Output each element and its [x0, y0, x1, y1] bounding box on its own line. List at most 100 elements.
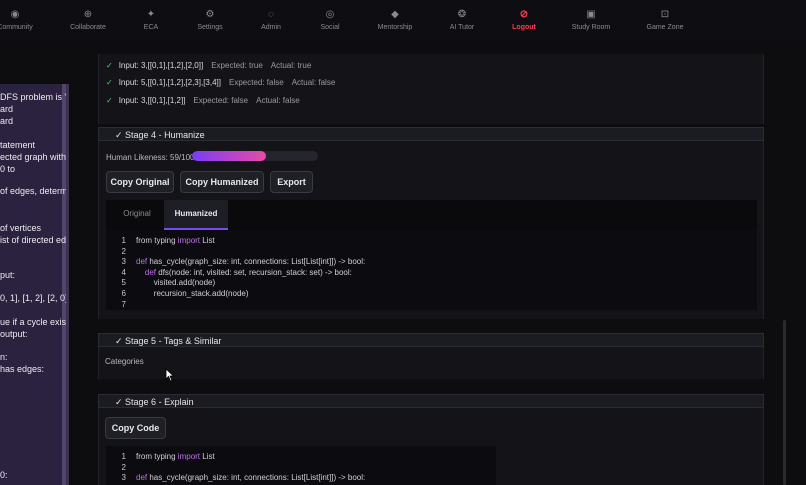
problem-text-line: put: [0, 270, 16, 280]
human-likeness-bar [192, 151, 318, 161]
check-icon: ✓ [106, 61, 113, 70]
copy-original-button[interactable]: Copy Original [106, 171, 174, 193]
line-number: 1 [121, 236, 126, 245]
logout-icon: ⊘ [519, 9, 529, 20]
code-text: has_cycle(graph_size: int, connections: … [147, 257, 366, 267]
problem-text-line: ard [0, 104, 14, 114]
problem-description-panel[interactable]: DFS problem is "D ard ard tatement ected gra… [0, 84, 69, 485]
problem-text-line: ue if a cycle exist [0, 317, 69, 327]
problem-text-line: ected graph with [0, 152, 67, 162]
nav-collaborate[interactable]: ⊕ Collaborate [58, 9, 118, 31]
explain-code-block[interactable]: 1 from typing import List 2 3 def has_cycle(… [106, 446, 496, 485]
code-text: List [200, 236, 215, 245]
study-room-icon: ▣ [586, 9, 596, 20]
problem-text-line: ard [0, 116, 14, 126]
line-number: 3 [121, 473, 126, 483]
code-text: from typing [136, 236, 178, 245]
line-number: 3 [121, 257, 126, 267]
settings-icon: ⚙ [205, 9, 215, 20]
code-line: 7 [106, 300, 136, 309]
nav-label: Collaborate [70, 24, 106, 31]
nav-mentorship[interactable]: ◆ Mentorship [365, 9, 425, 31]
line-number: 2 [121, 246, 126, 256]
nav-social[interactable]: ◎ Social [300, 9, 360, 31]
tab-original[interactable]: Original [112, 200, 162, 228]
social-icon: ◎ [325, 9, 335, 20]
code-view-tabs: Original Humanized [106, 200, 757, 230]
scrollbar[interactable] [783, 320, 786, 485]
line-number: 2 [121, 462, 126, 472]
code-keyword: import [177, 452, 201, 461]
test-actual: Actual: true [270, 61, 312, 70]
nav-label: AI Tutor [449, 24, 475, 31]
code-line: 6 recursion_stack.add(node) [106, 289, 249, 298]
eca-icon: ✦ [146, 9, 156, 20]
problem-text-line: tatement [0, 140, 36, 150]
stage-4-header[interactable]: ✓ Stage 4 - Humanize [98, 127, 764, 141]
nav-study-room[interactable]: ▣ Study Room [561, 9, 621, 31]
code-text: has_cycle(graph_size: int, connections: … [147, 473, 366, 483]
categories-label: Categories [105, 357, 144, 366]
check-icon: ✓ [106, 96, 113, 105]
tab-humanized[interactable]: Humanized [164, 200, 228, 230]
test-expected: Expected: false [229, 78, 284, 87]
line-number: 6 [121, 289, 126, 298]
mouse-cursor-icon [165, 368, 175, 382]
code-text: List [200, 452, 215, 461]
human-likeness-fill [192, 151, 267, 161]
copy-humanized-button[interactable]: Copy Humanized [180, 171, 264, 193]
panel-divider[interactable] [62, 84, 66, 485]
stage-5-header[interactable]: ✓ Stage 5 - Tags & Similar [98, 333, 764, 347]
nav-community[interactable]: ◉ Community [0, 9, 45, 31]
nav-settings[interactable]: ⚙ Settings [180, 9, 240, 31]
test-expected: Expected: true [211, 61, 263, 70]
problem-text-line: n: [0, 352, 8, 362]
test-result-row: ✓ Input: 3,[[0,1],[1,2],[2,0]] Expected: t… [106, 61, 311, 70]
nav-label: ECA [143, 24, 159, 31]
test-result-row: ✓ Input: 5,[[0,1],[1,2],[2,3],[3,4]] Expec… [106, 78, 335, 87]
nav-ai-tutor[interactable]: ❂ AI Tutor [432, 9, 492, 31]
code-line: 3 def has_cycle(graph_size: int, connecti… [106, 257, 366, 267]
stage-5-body [98, 347, 764, 379]
nav-label: Admin [261, 24, 281, 31]
nav-eca[interactable]: ✦ ECA [121, 9, 181, 31]
check-icon: ✓ [106, 78, 113, 87]
nav-game-zone[interactable]: ⊡ Game Zone [635, 9, 695, 31]
code-line: 1 from typing import List [106, 236, 215, 245]
code-line: 4 def dfs(node: int, visited: set, recur… [106, 268, 352, 277]
code-line: 1 from typing import List [106, 452, 215, 461]
export-button[interactable]: Export [270, 171, 313, 193]
stage-6-header[interactable]: ✓ Stage 6 - Explain [98, 394, 764, 408]
problem-text-line: of vertices [0, 223, 42, 233]
nav-label: Study Room [571, 24, 611, 31]
code-line: 5 visited.add(node) [106, 278, 216, 287]
ai-tutor-icon: ❂ [457, 9, 467, 20]
admin-icon: ◌ [268, 9, 274, 20]
code-text: dfs(node: int, visited: set, recursion_s… [156, 267, 352, 277]
line-number: 7 [121, 299, 126, 309]
nav-label: Social [320, 24, 340, 31]
game-zone-icon: ⊡ [660, 9, 670, 20]
nav-label: Mentorship [377, 24, 413, 31]
copy-code-button[interactable]: Copy Code [105, 417, 166, 439]
collaborate-icon: ⊕ [83, 9, 93, 20]
problem-text-line: has edges: [0, 364, 45, 374]
code-keyword: import [177, 236, 201, 245]
humanized-code-block[interactable]: 1 from typing import List 2 3 def has_cycle(… [106, 230, 757, 310]
nav-admin[interactable]: ◌ Admin [241, 9, 301, 31]
problem-text-line: 0 to [0, 164, 16, 174]
line-number: 4 [121, 267, 126, 277]
mentorship-icon: ◆ [391, 9, 399, 20]
nav-label: Community [0, 24, 33, 31]
test-input: Input: 3,[[0,1],[1,2]] [118, 96, 186, 105]
code-line: 3 def has_cycle(graph_size: int, connecti… [106, 473, 366, 483]
test-actual: Actual: false [256, 96, 300, 105]
problem-text-line: of edges, determ [0, 186, 68, 196]
test-expected: Expected: false [193, 96, 249, 105]
code-keyword: def [136, 257, 148, 267]
code-text: from typing [136, 452, 178, 461]
test-actual: Actual: false [291, 78, 336, 87]
nav-logout[interactable]: ⊘ Logout [494, 9, 554, 31]
test-result-row: ✓ Input: 3,[[0,1],[1,2]] Expected: false Ac… [106, 96, 300, 105]
